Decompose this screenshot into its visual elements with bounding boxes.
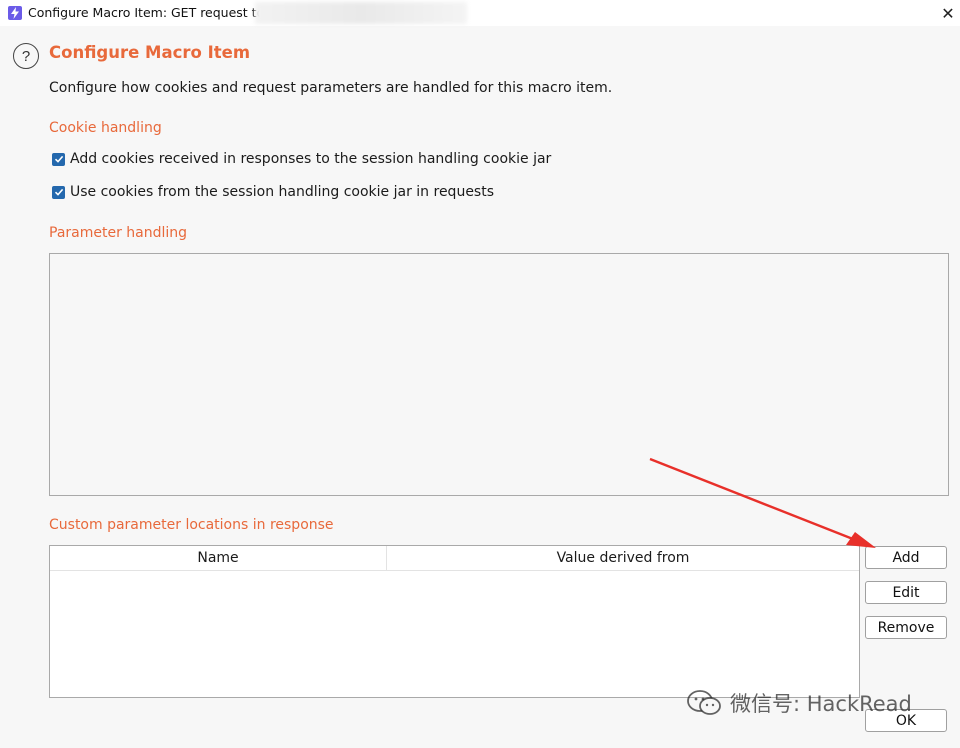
question-circle-icon[interactable]: ? — [13, 43, 39, 69]
table-header: Name Value derived from — [50, 546, 859, 571]
remove-button[interactable]: Remove — [865, 616, 947, 639]
add-button[interactable]: Add — [865, 546, 947, 569]
ok-button[interactable]: OK — [865, 709, 947, 732]
lightning-icon — [8, 6, 22, 20]
cookie-handling-heading: Cookie handling — [49, 120, 162, 136]
parameter-handling-heading: Parameter handling — [49, 225, 188, 241]
edit-button[interactable]: Edit — [865, 581, 947, 604]
close-icon[interactable]: ✕ — [938, 3, 958, 23]
use-cookies-label: Use cookies from the session handling co… — [70, 184, 495, 200]
add-cookies-label: Add cookies received in responses to the… — [70, 151, 552, 167]
page-title: Configure Macro Item — [49, 43, 251, 62]
column-header-name[interactable]: Name — [50, 546, 387, 570]
window-title: Configure Macro Item: GET request to h — [28, 5, 277, 20]
custom-locations-heading: Custom parameter locations in response — [49, 517, 334, 533]
use-cookies-checkbox-row[interactable]: Use cookies from the session handling co… — [52, 184, 494, 200]
redacted-title-region — [255, 2, 467, 24]
dialog-description: Configure how cookies and request parame… — [49, 80, 613, 96]
add-cookies-checkbox-row[interactable]: Add cookies received in responses to the… — [52, 151, 551, 167]
checkmark-icon[interactable] — [52, 152, 65, 166]
window-titlebar: Configure Macro Item: GET request to h ✕ — [0, 0, 960, 26]
parameter-handling-panel — [49, 253, 949, 496]
checkmark-icon[interactable] — [52, 185, 65, 199]
column-header-value-derived-from[interactable]: Value derived from — [387, 546, 859, 570]
custom-locations-table[interactable]: Name Value derived from — [49, 545, 860, 698]
